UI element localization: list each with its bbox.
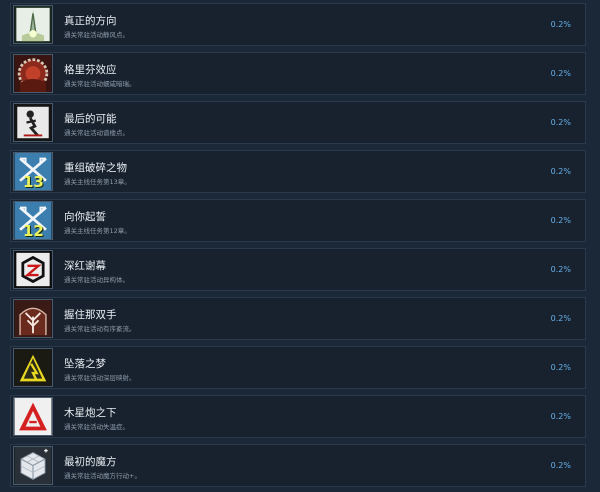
achievement-description: 通关常驻活动有序紊流。 [64,325,136,333]
achievement-row[interactable]: 真正的方向 通关常驻活动静风点。 0.2% [10,3,586,46]
achievement-description: 通关常驻活动深层映射。 [64,374,136,382]
achievement-title: 重组破碎之物 [64,162,127,174]
achievement-description: 通关常驻活动蠕咸暗瑞。 [64,80,136,88]
achievement-title: 真正的方向 [64,15,117,27]
chapter-badge: 13 [23,173,44,191]
achievement-description: 通关常驻活动异构体。 [64,276,129,284]
achievement-row[interactable]: 最初的魔方 通关常驻活动魔方行动+。 0.2% [10,444,586,487]
unlock-percent: 0.2% [550,216,571,225]
achievement-title: 木星炮之下 [64,407,117,419]
achievement-row[interactable]: 12 向你起誓 通关主线任务第12章。 0.2% [10,199,586,242]
yellow-warning-icon [13,348,53,387]
crossed-rifles-13-icon: 13 [13,152,53,191]
achievement-row[interactable]: 木星炮之下 通关常驻活动失温症。 0.2% [10,395,586,438]
chapter-badge: 12 [23,222,44,240]
broken-doll-icon [13,103,53,142]
achievement-description: 通关主线任务第13章。 [64,178,131,186]
achievement-description: 通关主线任务第12章。 [64,227,131,235]
red-triangle-icon [13,397,53,436]
achievement-list: 真正的方向 通关常驻活动静风点。 0.2% 格里芬效应 通关常驻活动蠕咸暗瑞。 … [0,0,600,492]
achievement-description: 通关常驻活动谱楼点。 [64,129,129,137]
unlock-percent: 0.2% [550,363,571,372]
hexagon-logo-icon [13,250,53,289]
achievement-row[interactable]: 13 重组破碎之物 通关主线任务第13章。 0.2% [10,150,586,193]
achievement-title: 握住那双手 [64,309,117,321]
achievement-title: 深红谢幕 [64,260,106,272]
cube-icon [13,446,53,485]
achievement-title: 坠落之梦 [64,358,106,370]
unlock-percent: 0.2% [550,69,571,78]
unlock-percent: 0.2% [550,118,571,127]
unlock-percent: 0.2% [550,20,571,29]
light-spire-icon [13,5,53,44]
red-gear-icon [13,54,53,93]
achievement-row[interactable]: 格里芬效应 通关常驻活动蠕咸暗瑞。 0.2% [10,52,586,95]
achievement-title: 格里芬效应 [64,64,117,76]
unlock-percent: 0.2% [550,412,571,421]
achievement-row[interactable]: 深红谢幕 通关常驻活动异构体。 0.2% [10,248,586,291]
crossed-rifles-12-icon: 12 [13,201,53,240]
achievement-title: 向你起誓 [64,211,106,223]
achievement-row[interactable]: 坠落之梦 通关常驻活动深层映射。 0.2% [10,346,586,389]
achievement-row[interactable]: 握住那双手 通关常驻活动有序紊流。 0.2% [10,297,586,340]
arch-tree-icon [13,299,53,338]
unlock-percent: 0.2% [550,167,571,176]
unlock-percent: 0.2% [550,314,571,323]
achievement-title: 最初的魔方 [64,456,117,468]
unlock-percent: 0.2% [550,265,571,274]
unlock-percent: 0.2% [550,461,571,470]
achievement-description: 通关常驻活动静风点。 [64,31,129,39]
achievement-description: 通关常驻活动失温症。 [64,423,129,431]
achievement-row[interactable]: 最后的可能 通关常驻活动谱楼点。 0.2% [10,101,586,144]
achievement-description: 通关常驻活动魔方行动+。 [64,472,141,480]
achievement-title: 最后的可能 [64,113,117,125]
